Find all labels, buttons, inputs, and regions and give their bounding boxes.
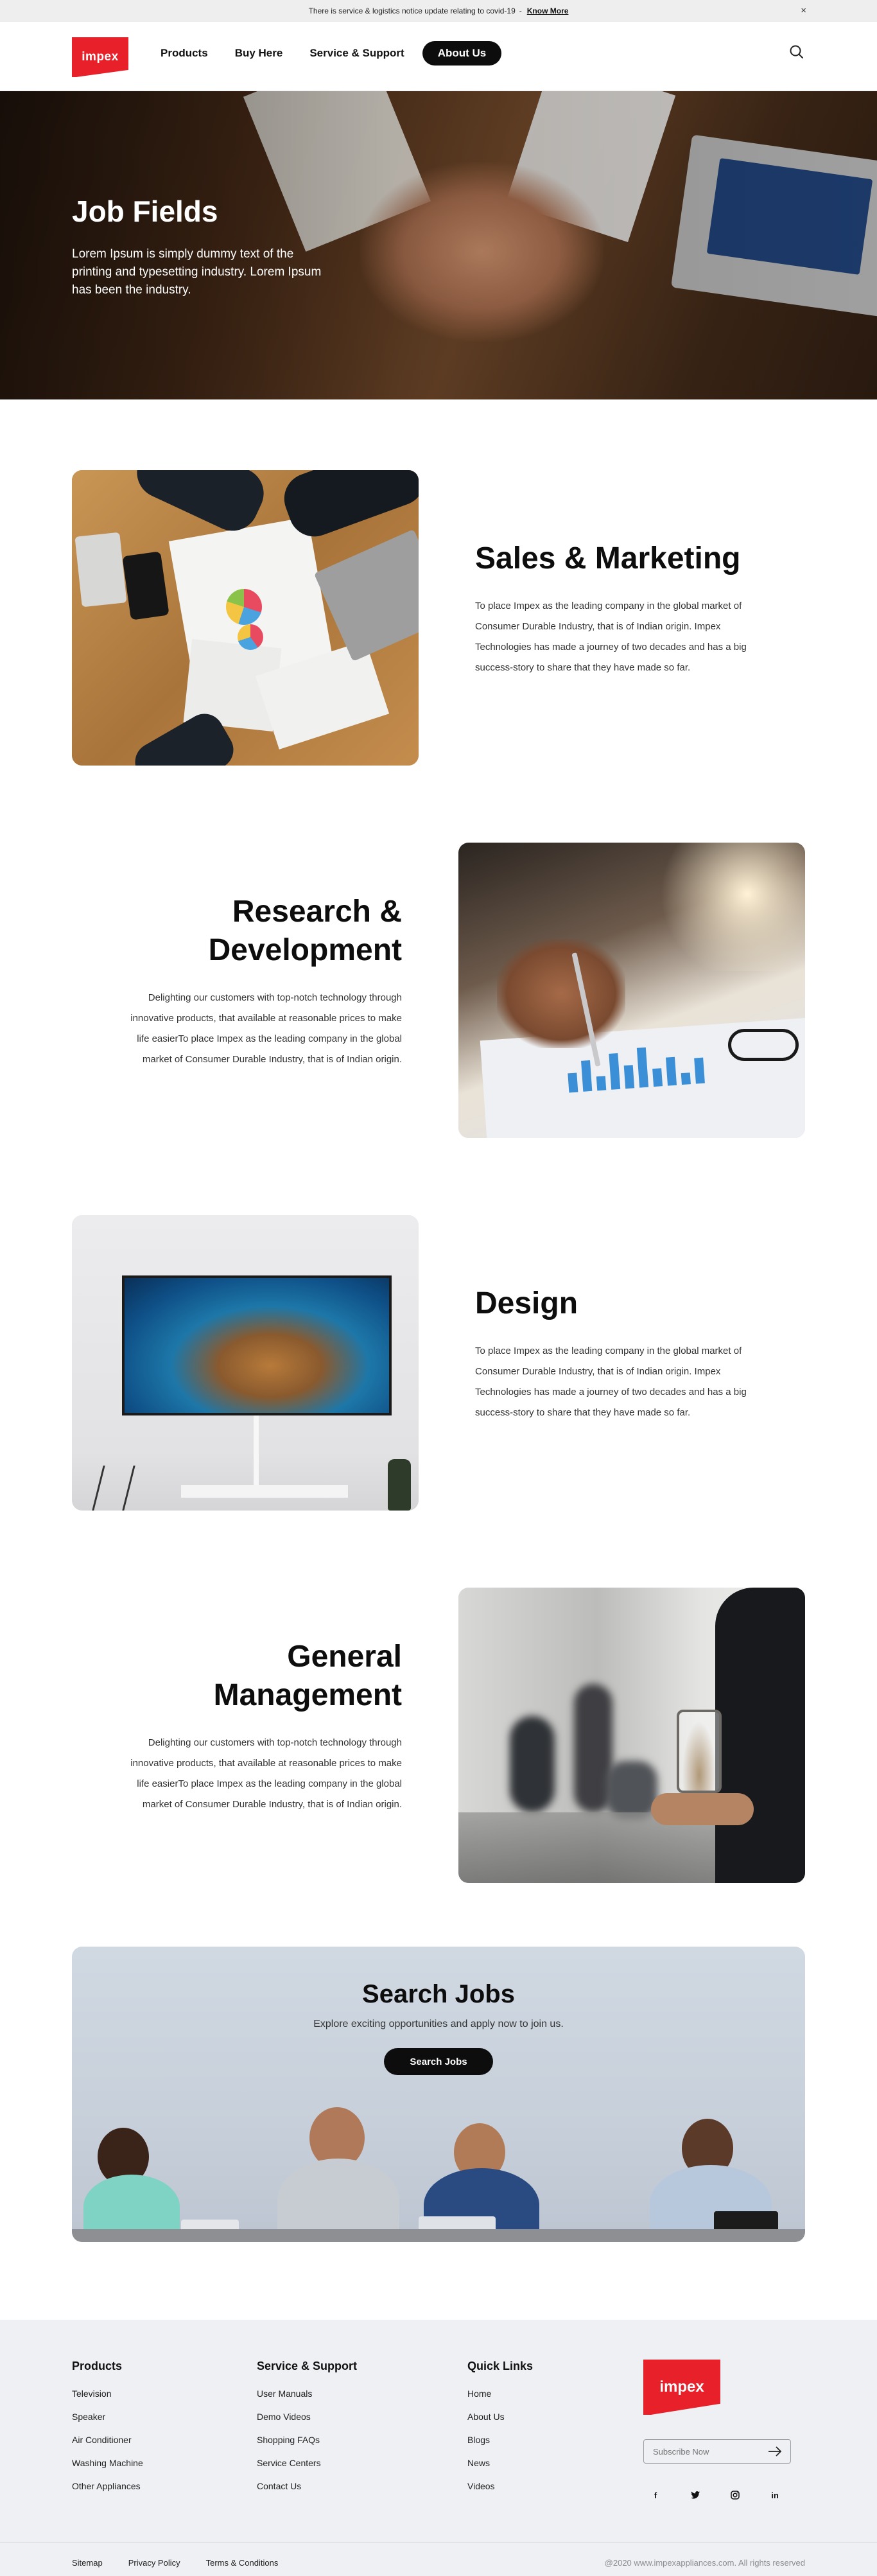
notice-separator: - xyxy=(519,6,522,15)
footer-link[interactable]: Television xyxy=(72,2387,143,2410)
footer-link[interactable]: Home xyxy=(467,2387,533,2410)
terms-link[interactable]: Terms & Conditions xyxy=(206,2558,279,2568)
footer-products: Products Television Speaker Air Conditio… xyxy=(72,2360,143,2503)
nav-products[interactable]: Products xyxy=(161,47,208,60)
footer-link[interactable]: Contact Us xyxy=(257,2480,357,2503)
hero-description: Lorem Ipsum is simply dummy text of the … xyxy=(72,247,322,297)
footer-brand-logo[interactable]: impex xyxy=(643,2360,720,2415)
copyright-text: @2020 www.impexappliances.com. All right… xyxy=(604,2558,805,2568)
know-more-link[interactable]: Know More xyxy=(527,6,569,15)
section-title-sales-marketing: Sales & Marketing xyxy=(475,541,741,575)
footer-heading: Products xyxy=(72,2360,123,2372)
design-image xyxy=(72,1215,419,1511)
site-footer: Products Television Speaker Air Conditio… xyxy=(0,2320,877,2576)
notice-text: There is service & logistics notice upda… xyxy=(308,6,516,15)
sitemap-link[interactable]: Sitemap xyxy=(72,2558,103,2568)
site-header: impex Products Buy Here Service & Suppor… xyxy=(0,22,877,91)
general-management-image xyxy=(458,1588,805,1883)
footer-link[interactable]: Speaker xyxy=(72,2410,143,2433)
brand-logo[interactable]: impex xyxy=(72,37,128,77)
hero-banner: Job Fields Lorem Ipsum is simply dummy t… xyxy=(0,91,877,399)
section-text-design: To place Impex as the leading company in… xyxy=(475,1345,747,1418)
search-jobs-title: Search Jobs xyxy=(362,1980,515,2008)
nav-service-support[interactable]: Service & Support xyxy=(309,47,404,60)
footer-link[interactable]: Shopping FAQs xyxy=(257,2433,357,2457)
nav-buy-here[interactable]: Buy Here xyxy=(235,47,283,60)
section-title-research-development: Research & Development xyxy=(208,895,402,967)
twitter-icon[interactable] xyxy=(684,2484,706,2506)
search-jobs-button[interactable]: Search Jobs xyxy=(384,2048,493,2075)
footer-heading: Service & Support xyxy=(257,2360,358,2372)
footer-link[interactable]: News xyxy=(467,2457,533,2480)
section-title-general-management: General Management xyxy=(213,1640,402,1712)
arrow-right-icon[interactable] xyxy=(767,2445,783,2458)
privacy-policy-link[interactable]: Privacy Policy xyxy=(128,2558,180,2568)
footer-link[interactable]: Air Conditioner xyxy=(72,2433,143,2457)
nav-about-us[interactable]: About Us xyxy=(422,41,502,66)
footer-heading: Quick Links xyxy=(467,2360,534,2372)
research-development-image xyxy=(458,843,805,1138)
legal-links: Sitemap Privacy Policy Terms & Condition… xyxy=(72,2558,278,2568)
section-text-general-management: Delighting our customers with top-notch … xyxy=(130,1737,402,1810)
notice-bar: There is service & logistics notice upda… xyxy=(0,0,877,22)
footer-link[interactable]: Demo Videos xyxy=(257,2410,357,2433)
sales-marketing-image xyxy=(72,470,419,766)
footer-link[interactable]: Other Appliances xyxy=(72,2480,143,2503)
close-icon[interactable]: × xyxy=(801,6,806,16)
section-text-sales-marketing: To place Impex as the leading company in… xyxy=(475,600,747,673)
search-icon[interactable] xyxy=(787,42,806,62)
instagram-icon[interactable] xyxy=(724,2484,746,2506)
section-title-design: Design xyxy=(475,1286,578,1320)
linkedin-icon[interactable]: in xyxy=(764,2484,786,2506)
footer-link[interactable]: User Manuals xyxy=(257,2387,357,2410)
footer-service-support: Service & Support User Manuals Demo Vide… xyxy=(257,2360,357,2503)
footer-link[interactable]: Washing Machine xyxy=(72,2457,143,2480)
facebook-icon[interactable]: f xyxy=(645,2484,666,2506)
footer-link[interactable]: Blogs xyxy=(467,2433,533,2457)
footer-link[interactable]: About Us xyxy=(467,2410,533,2433)
main-nav: Products Buy Here Service & Support Abou… xyxy=(161,41,502,66)
section-text-research-development: Delighting our customers with top-notch … xyxy=(130,992,402,1065)
page-title: Job Fields xyxy=(72,195,218,228)
footer-link[interactable]: Videos xyxy=(467,2480,533,2503)
footer-link[interactable]: Service Centers xyxy=(257,2457,357,2480)
footer-quick-links: Quick Links Home About Us Blogs News Vid… xyxy=(467,2360,533,2503)
search-jobs-subtitle: Explore exciting opportunities and apply… xyxy=(313,2019,564,2029)
search-jobs-banner: Search Jobs Explore exciting opportuniti… xyxy=(72,1947,805,2242)
footer-bottom-bar: Sitemap Privacy Policy Terms & Condition… xyxy=(0,2542,877,2576)
desk xyxy=(72,2229,805,2242)
